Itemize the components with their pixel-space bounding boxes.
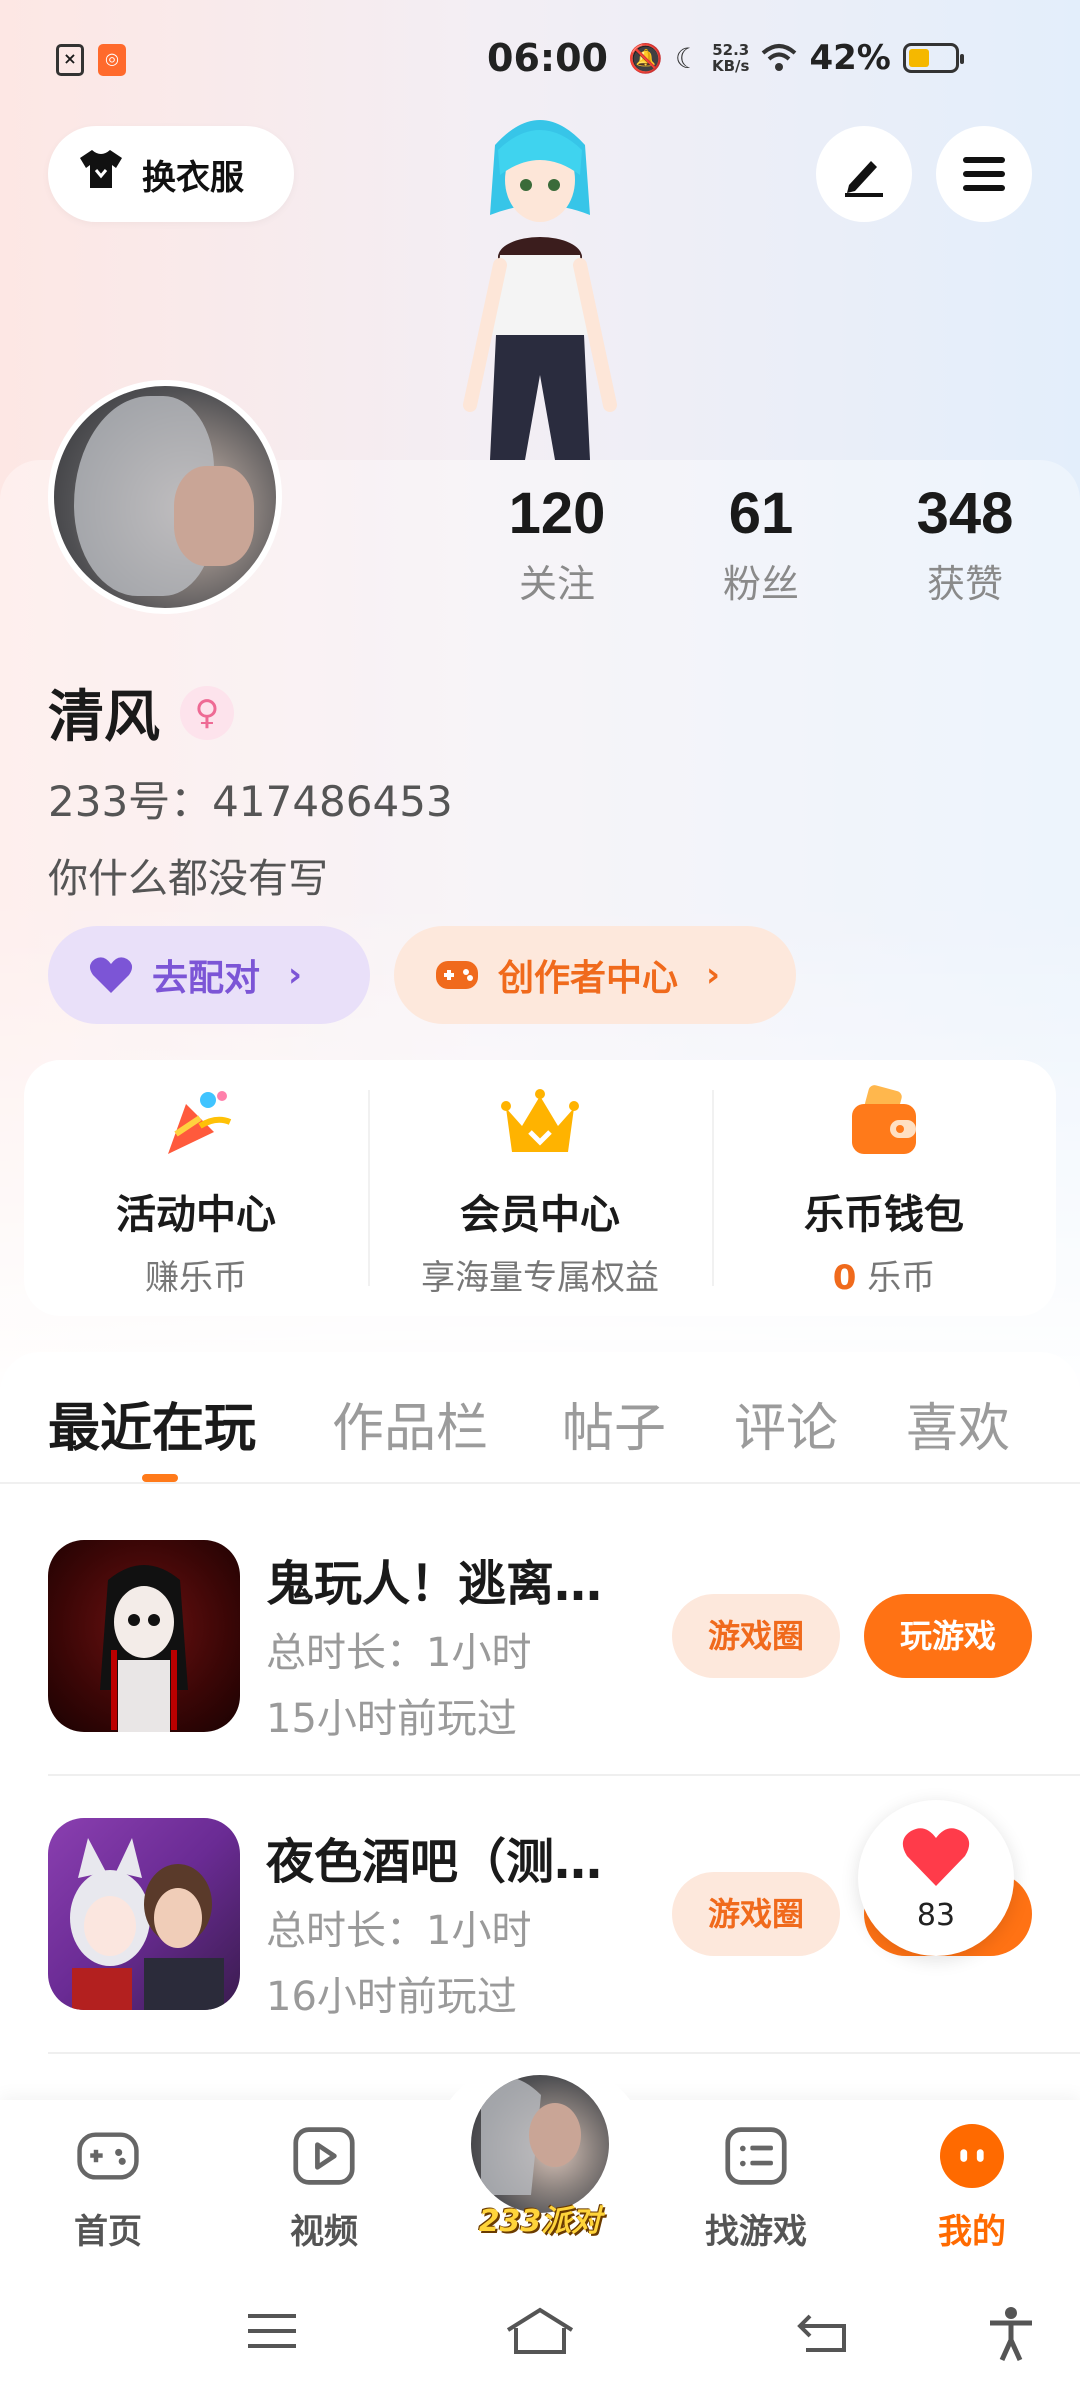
stat-likes[interactable]: 348 获赞 [875,480,1055,608]
tab-comments[interactable]: 评论 [734,1386,838,1461]
recent-apps-icon[interactable] [244,2306,300,2356]
gamepad-icon [77,2132,139,2180]
game-last-played: 16小时前玩过 [266,1974,517,2020]
game-circle-button[interactable]: 游戏圈 [672,1594,840,1678]
system-navigation-bar [0,2276,1080,2400]
tab-posts[interactable]: 帖子 [562,1386,666,1461]
like-count: 83 [916,1898,956,1933]
status-time: 06:00 [487,36,608,80]
change-outfit-label: 换衣服 [142,157,244,198]
game-last-played: 15小时前玩过 [266,1696,517,1742]
user-name: 清风 [48,685,160,750]
back-icon[interactable] [796,2306,852,2356]
member-center-sub: 享海量专属权益 [421,1258,659,1298]
accessibility-icon[interactable] [986,2306,1036,2362]
battery-icon [902,43,964,73]
likes-count: 348 [916,481,1014,546]
status-bar: × ◎ 06:00 🔕 ☾ 52.3 KB/s 42% [0,0,1080,120]
floating-like-button[interactable]: 83 [858,1800,1014,1956]
following-count: 120 [508,481,606,546]
nav-party-label[interactable]: 233派对 [464,2196,616,2240]
heart-icon [89,957,133,993]
coin-wallet-title: 乐币钱包 [804,1192,964,1238]
divider [48,1774,1080,1776]
battery-percent: 42% [809,38,891,78]
wallet-icon [852,1085,916,1154]
mute-icon: 🔕 [628,41,663,75]
tab-likes[interactable]: 喜欢 [906,1386,1010,1461]
name-row: 清风 ♀ [48,672,234,753]
followers-count: 61 [728,481,794,546]
tshirt-icon [78,148,124,201]
match-label: 去配对 [152,958,261,999]
member-center-card[interactable]: 会员中心 享海量专属权益 [368,1060,712,1316]
home-icon[interactable] [504,2306,576,2356]
content-tabs: 最近在玩 作品栏 帖子 评论 喜欢 [0,1352,1080,1484]
face-icon [940,2124,1004,2188]
game-duration: 总时长：1小时 [266,1630,532,1676]
nav-find-games[interactable]: 找游戏 [686,2124,826,2253]
stat-followers[interactable]: 61 粉丝 [671,480,851,608]
avatar-character-image[interactable] [400,105,680,460]
game-thumbnail[interactable] [48,1818,240,2010]
stat-following[interactable]: 120 关注 [467,480,647,608]
nav-video[interactable]: 视频 [254,2124,394,2253]
creator-center-label: 创作者中心 [498,958,679,999]
nav-home[interactable]: 首页 [38,2124,178,2253]
nav-me[interactable]: 我的 [902,2124,1042,2253]
video-play-icon [293,2127,355,2185]
pen-icon [845,161,883,197]
user-id[interactable]: 233号：417486453 [48,768,453,829]
nav-find-games-label: 找游戏 [705,2212,807,2252]
female-gender-icon: ♀ [180,685,234,740]
nav-home-label: 首页 [74,2212,142,2252]
followers-label: 粉丝 [722,562,799,606]
hamburger-menu-icon [963,157,1005,191]
activity-center-sub: 赚乐币 [145,1258,247,1298]
crown-icon [501,1089,579,1152]
wifi-icon [762,44,797,71]
likes-label: 获赞 [926,562,1003,606]
menu-button[interactable] [936,126,1032,222]
chevron-right-icon: › [706,955,721,995]
gamepad-icon [436,961,478,989]
divider [48,2052,1080,2054]
game-thumbnail[interactable] [48,1540,240,1732]
nav-me-label: 我的 [938,2212,1006,2252]
creator-center-button[interactable]: 创作者中心 › [394,926,796,1024]
heart-icon [858,1808,1014,1912]
tab-active-indicator [142,1474,178,1482]
activity-center-title: 活动中心 [116,1192,276,1238]
nav-video-label: 视频 [290,2212,358,2252]
game-duration: 总时长：1小时 [266,1908,532,1954]
notification-x-icon: × [56,44,84,76]
edit-profile-button[interactable] [816,126,912,222]
change-outfit-button[interactable]: 换衣服 [48,126,294,222]
list-item[interactable]: 鬼玩人！逃离… 总时长：1小时 15小时前玩过 游戏圈 玩游戏 [0,1540,1080,1818]
coin-unit: 乐币 [867,1258,936,1298]
app-notification-icon: ◎ [98,44,126,76]
net-speed: 52.3 KB/s [711,41,750,75]
following-label: 关注 [518,562,595,606]
moon-icon: ☾ [674,41,700,75]
tab-works[interactable]: 作品栏 [332,1386,488,1461]
game-title: 夜色酒吧（测… [266,1834,603,1890]
chevron-right-icon: › [288,955,303,995]
coin-wallet-sub: 0 乐币 [712,1250,1056,1299]
tab-recently-played[interactable]: 最近在玩 [48,1386,256,1461]
user-bio[interactable]: 你什么都没有写 [48,846,328,904]
activity-center-card[interactable]: 活动中心 赚乐币 [24,1060,368,1316]
coin-balance: 0 [832,1258,857,1298]
feature-cards: 活动中心 赚乐币 会员中心 享海量专属权益 乐币钱包 0 乐币 [24,1060,1056,1316]
match-button[interactable]: 去配对 › [48,926,370,1024]
user-avatar[interactable] [48,380,282,614]
member-center-title: 会员中心 [460,1192,620,1238]
play-game-button[interactable]: 玩游戏 [864,1594,1032,1678]
list-icon [725,2127,787,2185]
game-circle-button[interactable]: 游戏圈 [672,1872,840,1956]
game-title: 鬼玩人！逃离… [266,1556,603,1612]
coin-wallet-card[interactable]: 乐币钱包 0 乐币 [712,1060,1056,1316]
party-popper-icon [168,1091,232,1154]
